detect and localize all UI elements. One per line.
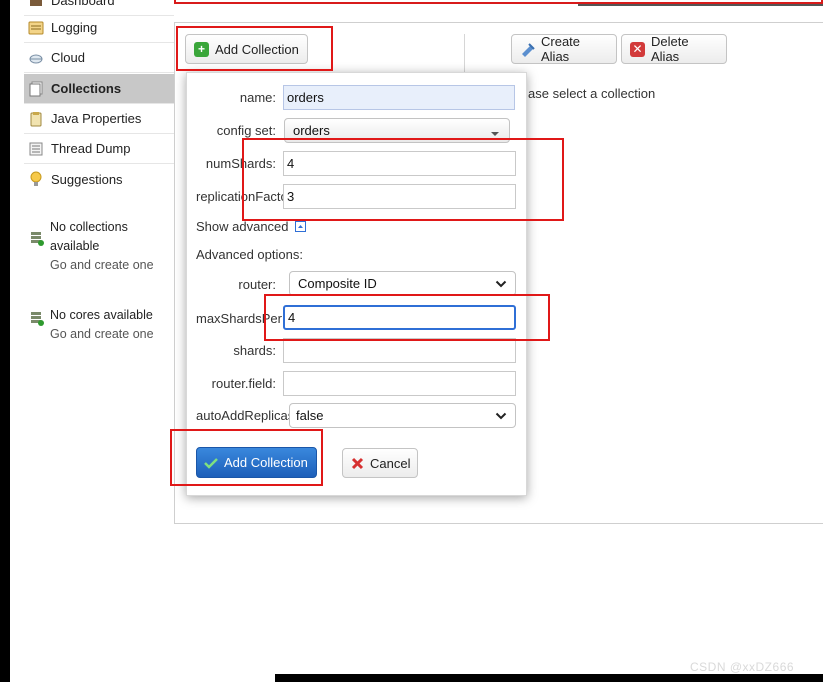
name-label: name: xyxy=(239,90,276,105)
sidebar-item-logging[interactable]: Logging xyxy=(24,13,174,43)
create-alias-button[interactable]: Create Alias xyxy=(511,34,617,64)
shards-input[interactable] xyxy=(283,338,516,363)
router-select[interactable]: Composite ID xyxy=(289,271,516,296)
create-alias-icon xyxy=(520,42,535,57)
replication-factor-label: replicationFactor: xyxy=(196,189,283,204)
top-divider xyxy=(578,4,823,6)
create-collection-link[interactable]: Go and create one xyxy=(50,256,178,275)
add-collection-button[interactable]: + Add Collection xyxy=(185,34,308,64)
watermark: CSDN @xxDZ666 xyxy=(690,660,795,674)
sidebar-item-label: Java Properties xyxy=(51,111,142,126)
router-field-input[interactable] xyxy=(283,371,516,396)
cancel-button[interactable]: Cancel xyxy=(342,448,418,478)
collapse-icon xyxy=(294,221,306,232)
no-collections-message: No collections available Go and create o… xyxy=(28,218,178,275)
sidebar-item-label: Collections xyxy=(51,81,122,96)
sidebar-item-collections[interactable]: Collections xyxy=(24,74,174,104)
lightbulb-icon xyxy=(28,171,44,187)
java-icon xyxy=(28,111,44,127)
chevron-down-icon xyxy=(495,412,507,419)
toolbar-divider xyxy=(464,34,465,74)
name-input[interactable]: orders xyxy=(283,85,515,110)
auto-add-replicas-label: autoAddReplicas: xyxy=(196,408,289,423)
sidebar-item-java-properties[interactable]: Java Properties xyxy=(24,104,174,134)
submit-add-collection-button[interactable]: Add Collection xyxy=(196,447,317,478)
max-shards-per-node-label: maxShardsPerNode: xyxy=(196,311,283,326)
shards-label: shards: xyxy=(233,343,276,358)
chevron-down-icon xyxy=(495,280,507,287)
config-set-label: config set: xyxy=(216,123,276,138)
auto-add-replicas-select[interactable]: false xyxy=(289,403,516,428)
sidebar-item-label: Cloud xyxy=(51,50,85,65)
num-shards-input[interactable]: 4 xyxy=(283,151,516,176)
thread-dump-icon xyxy=(28,141,44,157)
database-icon xyxy=(31,312,44,326)
sidebar-item-cloud[interactable]: Cloud xyxy=(24,43,174,73)
show-advanced-toggle[interactable]: Show advanced xyxy=(196,219,306,234)
create-core-link[interactable]: Go and create one xyxy=(50,325,178,344)
sidebar-item-label: Dashboard xyxy=(51,0,115,8)
advanced-options-heading: Advanced options: xyxy=(196,247,303,262)
dropdown-arrow-icon xyxy=(491,131,499,136)
close-icon xyxy=(351,457,364,469)
max-shards-per-node-input[interactable]: 4 xyxy=(283,305,516,330)
logging-icon xyxy=(28,20,44,36)
checkmark-icon xyxy=(204,457,218,469)
delete-alias-button[interactable]: ✕ Delete Alias xyxy=(621,34,727,64)
dashboard-icon xyxy=(28,0,44,9)
screen-frame-left xyxy=(0,0,10,682)
cloud-icon xyxy=(28,50,44,66)
select-collection-hint: ase select a collection xyxy=(528,86,656,101)
delete-icon: ✕ xyxy=(630,41,645,57)
sidebar-item-suggestions[interactable]: Suggestions xyxy=(24,164,174,194)
config-set-select[interactable]: orders xyxy=(284,118,510,143)
sidebar-item-label: Suggestions xyxy=(51,171,123,187)
sidebar-item-label: Logging xyxy=(51,20,98,35)
screen-frame-bottom xyxy=(275,674,823,682)
collections-icon xyxy=(28,81,44,97)
plus-icon: + xyxy=(194,41,209,57)
no-cores-message: No cores available Go and create one xyxy=(28,306,178,344)
sidebar-item-label: Thread Dump xyxy=(51,141,131,156)
router-label: router: xyxy=(238,277,276,292)
replication-factor-input[interactable]: 3 xyxy=(283,184,516,209)
database-icon xyxy=(31,232,44,246)
num-shards-label: numShards: xyxy=(205,156,276,171)
sidebar-item-thread-dump[interactable]: Thread Dump xyxy=(24,134,174,164)
router-field-label: router.field: xyxy=(211,376,276,391)
